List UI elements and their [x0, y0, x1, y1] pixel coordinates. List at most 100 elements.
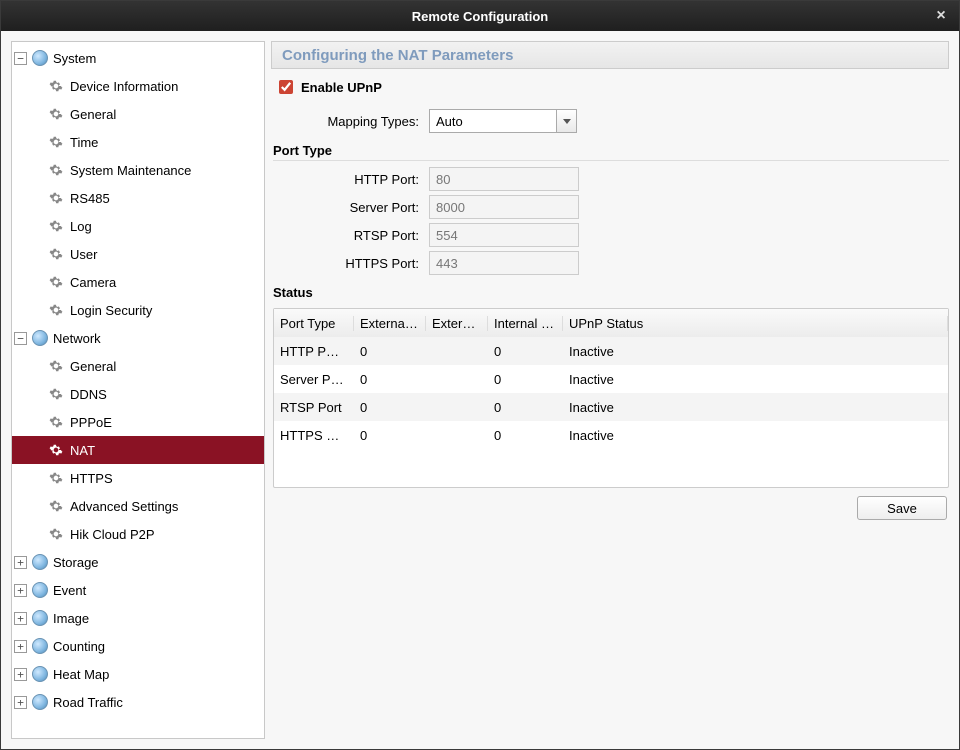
sidebar-item-label: Time [70, 135, 98, 150]
sidebar-item-hik-cloud-p2p[interactable]: Hik Cloud P2P [12, 520, 264, 548]
sidebar-item-general[interactable]: General [12, 100, 264, 128]
col-upnp-status[interactable]: UPnP Status [563, 316, 948, 331]
expand-icon[interactable]: + [14, 640, 27, 653]
cell-upnp: Inactive [563, 428, 948, 443]
sidebar-item-label: General [70, 359, 116, 374]
sidebar-item-advanced-settings[interactable]: Advanced Settings [12, 492, 264, 520]
main-panel: Configuring the NAT Parameters Enable UP… [271, 41, 949, 739]
sidebar-group-storage[interactable]: + Storage [12, 548, 264, 576]
titlebar: Remote Configuration × [1, 1, 959, 31]
http-port-input[interactable] [429, 167, 579, 191]
server-port-input[interactable] [429, 195, 579, 219]
chevron-down-icon[interactable] [556, 110, 576, 132]
sidebar-item-time[interactable]: Time [12, 128, 264, 156]
sidebar-group-label: Heat Map [53, 667, 109, 682]
sidebar-item-user[interactable]: User [12, 240, 264, 268]
server-port-label: Server Port: [273, 200, 429, 215]
table-row[interactable]: RTSP Port00Inactive [274, 393, 948, 421]
col-external-ip[interactable]: Extern… [426, 316, 488, 331]
expand-icon[interactable]: + [14, 584, 27, 597]
gear-icon [48, 442, 64, 458]
expand-icon[interactable]: + [14, 556, 27, 569]
window: Remote Configuration × −SystemDevice Inf… [0, 0, 960, 750]
cell-internal: 0 [488, 428, 563, 443]
cell-external: 0 [354, 372, 426, 387]
sidebar-group-event[interactable]: +Event [12, 576, 264, 604]
port-type-heading: Port Type [273, 137, 949, 161]
https-port-input[interactable] [429, 251, 579, 275]
sidebar-item-label: General [70, 107, 116, 122]
sidebar-group-label: Storage [53, 555, 99, 570]
sidebar-item-nat[interactable]: NAT [12, 436, 264, 464]
gear-icon [48, 498, 64, 514]
sidebar-item-general[interactable]: General [12, 352, 264, 380]
sidebar-item-label: DDNS [70, 387, 107, 402]
sidebar-item-device-information[interactable]: Device Information [12, 72, 264, 100]
sidebar-item-pppoe[interactable]: PPPoE [12, 408, 264, 436]
sidebar-group-heatmap[interactable]: + Heat Map [12, 660, 264, 688]
expand-icon[interactable]: + [14, 668, 27, 681]
enable-upnp-row: Enable UPnP [273, 73, 949, 105]
sidebar-item-label: Login Security [70, 303, 152, 318]
enable-upnp-label[interactable]: Enable UPnP [301, 80, 382, 95]
sidebar-item-label: Advanced Settings [70, 499, 178, 514]
globe-icon [32, 582, 48, 598]
cell-internal: 0 [488, 344, 563, 359]
sidebar-item-camera[interactable]: Camera [12, 268, 264, 296]
sidebar-group-label: Counting [53, 639, 105, 654]
sidebar-group-system[interactable]: −System [12, 44, 264, 72]
collapse-icon[interactable]: − [14, 332, 27, 345]
col-external-port[interactable]: External… [354, 316, 426, 331]
cell-port_type: HTTPS … [274, 428, 354, 443]
panel-title: Configuring the NAT Parameters [271, 41, 949, 69]
gear-icon [48, 246, 64, 262]
enable-upnp-checkbox[interactable] [279, 80, 293, 94]
sidebar-group-counting[interactable]: + Counting [12, 632, 264, 660]
sidebar-item-system-maintenance[interactable]: System Maintenance [12, 156, 264, 184]
sidebar-item-label: Camera [70, 275, 116, 290]
cell-internal: 0 [488, 372, 563, 387]
gear-icon [48, 414, 64, 430]
cell-external: 0 [354, 400, 426, 415]
sidebar-group-road[interactable]: + Road Traffic [12, 688, 264, 716]
sidebar-item-label: PPPoE [70, 415, 112, 430]
gear-icon [48, 134, 64, 150]
gear-icon [48, 470, 64, 486]
expand-icon[interactable]: + [14, 696, 27, 709]
sidebar-item-label: User [70, 247, 97, 262]
https-port-label: HTTPS Port: [273, 256, 429, 271]
gear-icon [48, 386, 64, 402]
cell-external: 0 [354, 428, 426, 443]
globe-icon [32, 610, 48, 626]
col-port-type[interactable]: Port Type [274, 316, 354, 331]
sidebar-item-rs485[interactable]: RS485 [12, 184, 264, 212]
gear-icon [48, 526, 64, 542]
table-row[interactable]: HTTP P…00Inactive [274, 337, 948, 365]
gear-icon [48, 302, 64, 318]
gear-icon [48, 358, 64, 374]
panel-body: Enable UPnP Mapping Types: Port Type HTT… [271, 69, 949, 520]
expand-icon[interactable]: + [14, 612, 27, 625]
rtsp-port-input[interactable] [429, 223, 579, 247]
globe-icon [32, 554, 48, 570]
sidebar-item-label: Hik Cloud P2P [70, 527, 155, 542]
mapping-types-select[interactable] [429, 109, 577, 133]
sidebar-item-login-security[interactable]: Login Security [12, 296, 264, 324]
sidebar-group-image[interactable]: +Image [12, 604, 264, 632]
sidebar-group-network[interactable]: −Network [12, 324, 264, 352]
status-table-body: HTTP P…00InactiveServer P…00InactiveRTSP… [274, 337, 948, 487]
mapping-types-value[interactable] [430, 110, 556, 132]
server-port-row: Server Port: [273, 195, 949, 219]
sidebar-item-label: NAT [70, 443, 95, 458]
col-internal-port[interactable]: Internal … [488, 316, 563, 331]
sidebar-item-https[interactable]: HTTPS [12, 464, 264, 492]
sidebar-group-label: Road Traffic [53, 695, 123, 710]
table-row[interactable]: HTTPS …00Inactive [274, 421, 948, 449]
sidebar-item-log[interactable]: Log [12, 212, 264, 240]
collapse-icon[interactable]: − [14, 52, 27, 65]
save-button[interactable]: Save [857, 496, 947, 520]
close-icon[interactable]: × [931, 1, 951, 31]
sidebar-item-ddns[interactable]: DDNS [12, 380, 264, 408]
table-row[interactable]: Server P…00Inactive [274, 365, 948, 393]
cell-internal: 0 [488, 400, 563, 415]
